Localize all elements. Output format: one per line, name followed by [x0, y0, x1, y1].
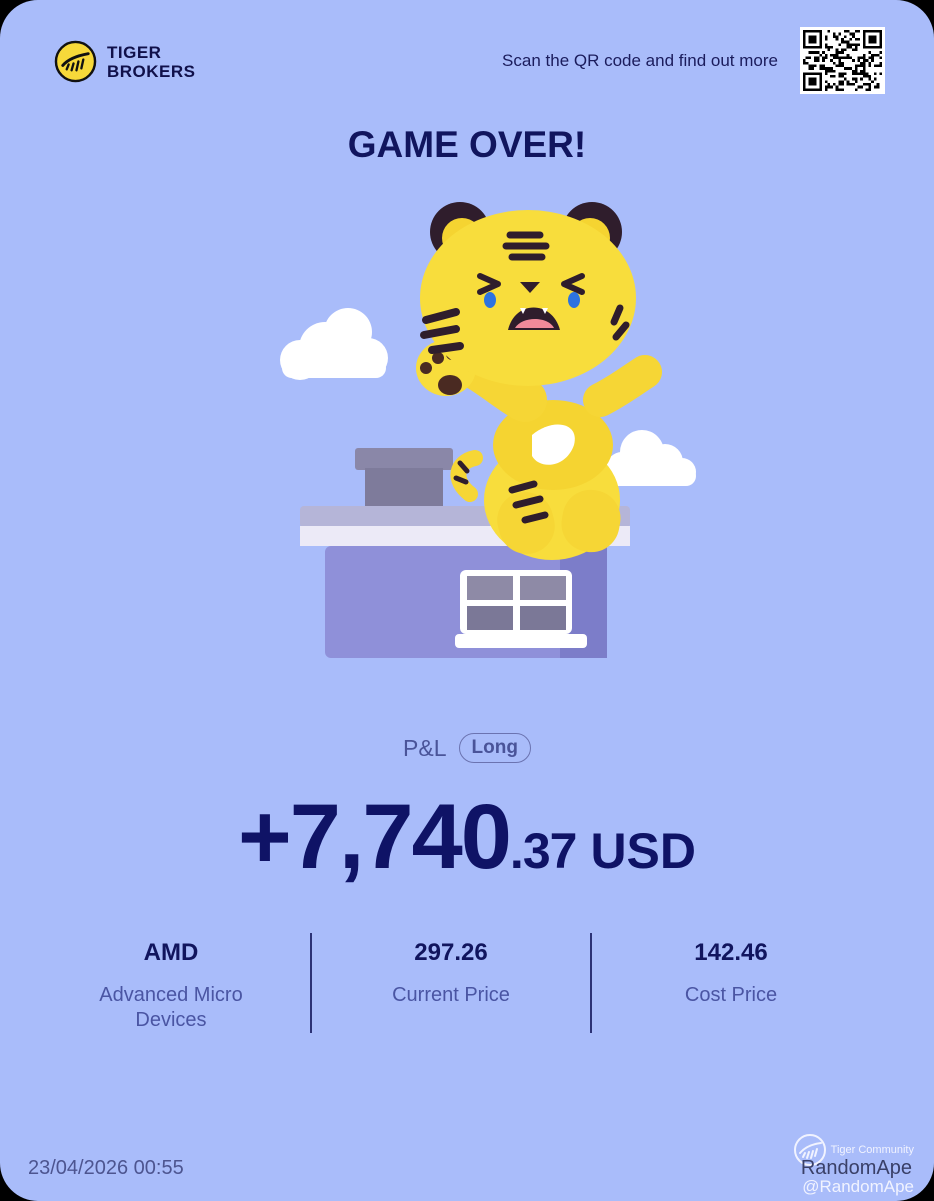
timestamp: 23/04/2026 00:55 — [28, 1157, 184, 1179]
page-title: GAME OVER! — [347, 124, 587, 165]
position-type-badge: Long — [458, 733, 531, 763]
stat-ticker: AMD Advanced Micro Devices — [32, 933, 310, 1033]
brand-name-line1: TIGER — [107, 42, 162, 62]
stats-row: AMD Advanced Micro Devices 297.26 Curren… — [32, 933, 902, 1033]
current-price-label: Current Price — [392, 984, 510, 1006]
watermark-community: Tiger Community — [830, 1144, 914, 1156]
ticker-symbol: AMD — [143, 939, 199, 966]
cost-price-label: Cost Price — [684, 984, 778, 1006]
watermark-handle: @RandomApe — [802, 1177, 914, 1196]
stat-cost-price: 142.46 Cost Price — [592, 933, 870, 1033]
pnl-currency: USD — [590, 823, 697, 879]
pnl-amount: +7,740.37 USD — [0, 785, 934, 890]
scan-qr-text: Scan the QR code and find out more — [502, 51, 778, 70]
brand-name: TIGER BROKERS — [107, 43, 196, 81]
pnl-header: P&L Long — [0, 733, 934, 763]
current-price-value: 297.26 — [414, 939, 488, 966]
crying-tiger-illustration — [270, 200, 710, 670]
stat-current-price: 297.26 Current Price — [312, 933, 590, 1033]
cloud-right — [606, 430, 696, 486]
pnl-label: P&L — [403, 734, 447, 761]
brand-logo[interactable]: TIGER BROKERS — [54, 40, 196, 83]
pnl-amount-decimal: .37 — [509, 823, 578, 879]
cloud-left — [280, 308, 388, 380]
community-watermark: Tiger Community RandomApe @RandomApe — [793, 1133, 914, 1197]
pnl-amount-main: +7,740 — [237, 786, 512, 888]
qr-code-icon[interactable] — [800, 27, 885, 94]
tiger-logo-icon — [54, 40, 97, 83]
company-name: Advanced Micro Devices — [99, 984, 243, 1031]
share-card: TIGER BROKERS Scan the QR code and find … — [0, 0, 934, 1201]
cost-price-value: 142.46 — [694, 939, 768, 966]
brand-name-line2: BROKERS — [107, 61, 196, 81]
